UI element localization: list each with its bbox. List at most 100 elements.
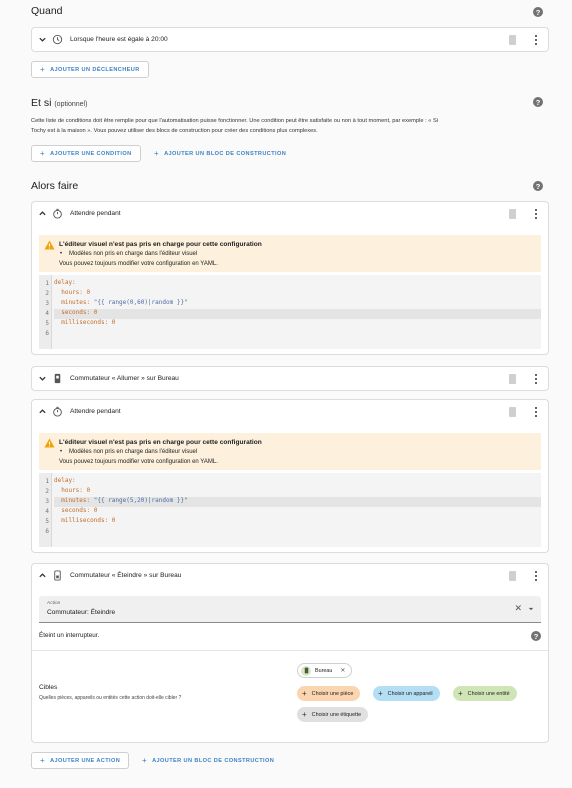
- action-header[interactable]: Attendre pendant: [32, 202, 548, 226]
- light-switch-icon: [54, 373, 61, 384]
- more-options-icon[interactable]: [535, 208, 538, 220]
- warning-alert: L'éditeur visuel n'est pas pris en charg…: [39, 433, 541, 470]
- targets-description: Quelles pièces, appareils ou entités cet…: [39, 695, 182, 701]
- code-line: delay:: [54, 279, 76, 286]
- yaml-editor[interactable]: 1 2 3 4 5 6 delay: hours: 0 minutes: "{{…: [39, 473, 541, 547]
- drag-handle-icon[interactable]: [509, 35, 516, 45]
- choose-area-label: Choisir une pièce: [311, 690, 354, 697]
- action-select-value: Commutateur: Éteindre: [47, 609, 116, 616]
- conditions-description-line1: Cette liste de conditions doit être remp…: [31, 118, 439, 124]
- remove-chip-icon[interactable]: ✕: [340, 667, 345, 674]
- action-header[interactable]: Attendre pendant: [32, 400, 548, 424]
- conditions-title-text: Et si: [31, 97, 52, 109]
- action-card-delay-2: Attendre pendant L'éditeur visuel n'est …: [31, 399, 549, 553]
- target-chip-bureau[interactable]: Bureau ✕: [297, 663, 353, 678]
- help-icon[interactable]: ?: [533, 181, 543, 191]
- warning-icon: [44, 438, 55, 448]
- line-number: 5: [45, 518, 49, 525]
- plus-icon: +: [154, 149, 160, 158]
- plus-icon: +: [40, 65, 46, 74]
- help-icon[interactable]: ?: [533, 7, 543, 17]
- triggers-title: Quand: [31, 5, 63, 17]
- plus-icon: +: [142, 756, 148, 765]
- warning-icon: [44, 240, 55, 250]
- code-line: milliseconds: 0: [54, 517, 116, 524]
- action-description: Éteint un interrupteur.: [39, 632, 100, 639]
- chevron-up-icon[interactable]: [38, 571, 47, 580]
- chevron-down-icon[interactable]: [38, 35, 47, 44]
- chevron-down-icon[interactable]: [38, 374, 47, 383]
- plus-icon: +: [40, 149, 46, 158]
- code-key: minutes:: [54, 299, 94, 306]
- action-select[interactable]: Action Commutateur: Éteindre ✕: [39, 596, 541, 623]
- warning-title: L'éditeur visuel n'est pas pris en charg…: [59, 439, 262, 446]
- yaml-editor[interactable]: 1 2 3 4 5 6 delay: hours: 0 minutes: "{{…: [39, 275, 541, 349]
- code-line-active: minutes: "{{ range(5,20)|random }}": [54, 497, 541, 507]
- plus-icon: +: [458, 689, 463, 698]
- clock-icon: [52, 34, 63, 45]
- drag-handle-icon[interactable]: [509, 374, 516, 384]
- clear-icon[interactable]: ✕: [514, 603, 522, 614]
- line-number: 2: [45, 290, 49, 297]
- help-icon[interactable]: ?: [531, 631, 541, 641]
- choose-device-button[interactable]: + Choisir un appareil: [373, 686, 440, 701]
- drag-handle-icon[interactable]: [509, 571, 516, 581]
- add-action-block-button[interactable]: + AJOUTER UN BLOC DE CONSTRUCTION: [142, 752, 274, 769]
- more-options-icon[interactable]: [535, 373, 538, 385]
- warning-bullet: Modèles non pris en charge dans l'éditeu…: [60, 251, 197, 257]
- action-card-delay-1: Attendre pendant L'éditeur visuel n'est …: [31, 201, 549, 355]
- line-number: 6: [45, 528, 49, 535]
- line-number-gutter: 1 2 3 4 5 6: [39, 473, 52, 547]
- code-line: hours: 0: [54, 487, 91, 494]
- line-number: 3: [45, 300, 49, 307]
- action-header[interactable]: Commutateur « Éteindre » sur Bureau: [32, 564, 548, 588]
- code-line-active: seconds: 0: [54, 309, 541, 319]
- add-condition-block-button[interactable]: + AJOUTER UN BLOC DE CONSTRUCTION: [154, 145, 286, 162]
- action-select-label: Action: [47, 601, 61, 606]
- chevron-up-icon[interactable]: [38, 407, 47, 416]
- add-action-button[interactable]: + AJOUTER UNE ACTION: [31, 752, 130, 769]
- choose-entity-button[interactable]: + Choisir une entité: [453, 686, 517, 701]
- line-number: 2: [45, 488, 49, 495]
- timer-icon: [53, 406, 62, 417]
- conditions-optional: (optionnel): [54, 101, 88, 108]
- timer-icon: [53, 208, 62, 219]
- conditions-title: Et si (optionnel): [31, 97, 87, 109]
- choose-label-label: Choisir une étiquette: [311, 711, 362, 718]
- chevron-up-icon[interactable]: [38, 209, 47, 218]
- choose-area-button[interactable]: + Choisir une pièce: [297, 686, 361, 701]
- warning-alert: L'éditeur visuel n'est pas pris en charg…: [39, 235, 541, 272]
- warning-text: Vous pouvez toujours modifier votre conf…: [59, 459, 218, 465]
- add-trigger-button[interactable]: + AJOUTER UN DÉCLENCHEUR: [31, 61, 149, 78]
- line-number: 1: [45, 280, 49, 287]
- code-string: "{{ range(0,60)|random }}": [93, 299, 188, 306]
- drag-handle-icon[interactable]: [509, 209, 516, 219]
- help-icon[interactable]: ?: [533, 97, 543, 107]
- divider: [32, 650, 548, 651]
- more-options-icon[interactable]: [535, 34, 538, 46]
- light-switch-icon: [301, 665, 311, 676]
- line-number: 3: [45, 498, 49, 505]
- warning-title: L'éditeur visuel n'est pas pris en charg…: [59, 241, 262, 248]
- trigger-label: Lorsque l'heure est égale à 20:00: [70, 36, 168, 43]
- action-card-switch-off: Commutateur « Éteindre » sur Bureau Acti…: [31, 563, 549, 743]
- choose-entity-label: Choisir une entité: [467, 690, 510, 697]
- code-line: hours: 0: [54, 289, 91, 296]
- code-line: milliseconds: 0: [54, 319, 116, 326]
- choose-label-button[interactable]: + Choisir une étiquette: [297, 707, 369, 722]
- more-options-icon[interactable]: [535, 570, 538, 582]
- drag-handle-icon[interactable]: [509, 407, 516, 417]
- add-condition-button[interactable]: + AJOUTER UNE CONDITION: [31, 145, 141, 162]
- line-number: 5: [45, 320, 49, 327]
- action-label: Attendre pendant: [70, 210, 121, 217]
- trigger-row[interactable]: Lorsque l'heure est égale à 20:00: [31, 27, 549, 52]
- action-card-switch-on[interactable]: Commutateur « Allumer » sur Bureau: [31, 366, 549, 391]
- line-number: 4: [45, 508, 49, 515]
- action-label: Commutateur « Allumer » sur Bureau: [70, 375, 179, 382]
- action-label: Commutateur « Éteindre » sur Bureau: [70, 572, 182, 579]
- more-options-icon[interactable]: [535, 406, 538, 418]
- code-line: minutes: "{{ range(0,60)|random }}": [54, 299, 541, 309]
- action-label: Attendre pendant: [70, 408, 121, 415]
- warning-bullet: Modèles non pris en charge dans l'éditeu…: [60, 449, 197, 455]
- dropdown-arrow-icon[interactable]: [528, 606, 534, 612]
